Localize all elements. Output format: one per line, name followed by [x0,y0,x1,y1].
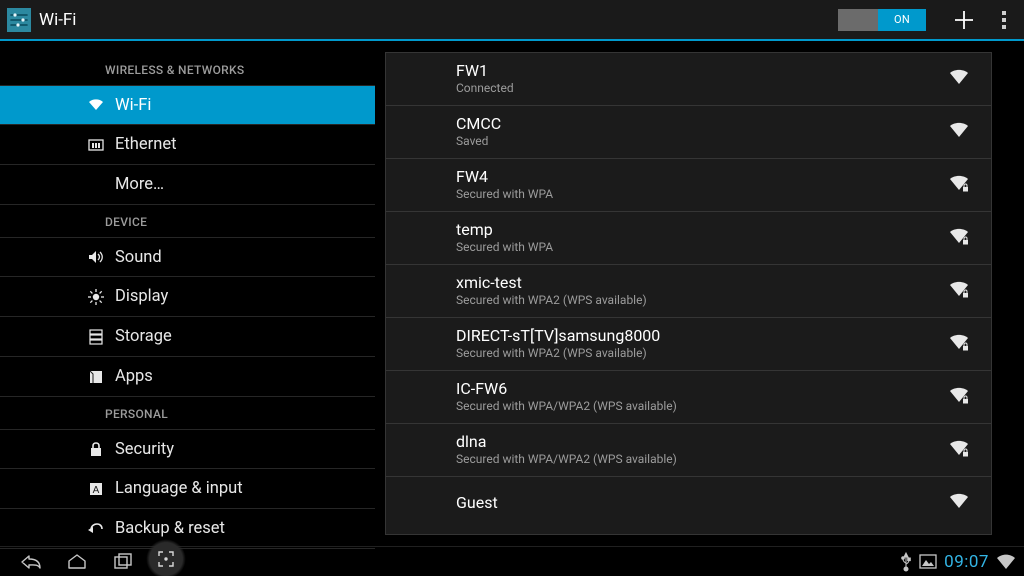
add-network-button[interactable] [944,0,984,40]
sidebar-item-label: Wi-Fi [115,96,151,115]
network-ssid: FW1 [456,61,949,80]
section-header: WIRELESS & NETWORKS [0,53,375,85]
wifi-network-row[interactable]: tempSecured with WPA [386,212,991,265]
overflow-menu-button[interactable] [984,0,1024,40]
svg-text:A: A [93,485,100,496]
network-ssid: IC-FW6 [456,379,949,398]
sidebar-item-wi-fi[interactable]: Wi-Fi [0,85,375,125]
sidebar-item-security[interactable]: Security [0,429,375,469]
wifi-toggle-on-label: ON [878,9,926,31]
back-button[interactable] [8,547,54,576]
network-ssid: temp [456,220,949,239]
sidebar-item-more[interactable]: More… [0,165,375,205]
wifi-network-list[interactable]: FW1ConnectedCMCCSavedFW4Secured with WPA… [385,52,992,535]
wifi-signal-secured-icon [949,440,969,460]
network-ssid: CMCC [456,114,949,133]
wifi-icon [87,96,105,114]
wifi-signal-icon [949,493,969,513]
network-status: Saved [456,133,949,150]
language-icon: A [87,480,105,498]
apps-icon [87,368,105,386]
network-status: Secured with WPA2 (WPS available) [456,292,949,309]
wifi-network-row[interactable]: FW1Connected [386,53,991,106]
settings-app-icon [6,7,32,33]
wifi-network-row[interactable]: xmic-testSecured with WPA2 (WPS availabl… [386,265,991,318]
backup-icon [87,520,105,538]
settings-sidebar: WIRELESS & NETWORKS Wi-Fi Ethernet More… DEV… [0,41,375,546]
sidebar-item-label: Sound [115,248,162,267]
network-ssid: DIRECT-sT[TV]samsung8000 [456,326,949,345]
wifi-signal-icon [949,122,969,142]
sidebar-item-label: Apps [115,367,153,386]
wifi-network-row[interactable]: IC-FW6Secured with WPA/WPA2 (WPS availab… [386,371,991,424]
network-ssid: xmic-test [456,273,949,292]
home-button[interactable] [54,547,100,576]
page-title: Wi-Fi [39,10,76,30]
sidebar-item-backup-reset[interactable]: Backup & reset [0,509,375,549]
network-ssid: Guest [456,485,949,520]
network-ssid: dlna [456,432,949,451]
sidebar-item-ethernet[interactable]: Ethernet [0,125,375,165]
sound-icon [87,248,105,266]
display-icon [87,288,105,306]
recent-apps-button[interactable] [100,547,146,576]
sidebar-item-sound[interactable]: Sound [0,237,375,277]
network-ssid: FW4 [456,167,949,186]
wifi-signal-secured-icon [949,175,969,195]
sidebar-item-label: Language & input [115,479,243,498]
wifi-signal-secured-icon [949,334,969,354]
sidebar-item-display[interactable]: Display [0,277,375,317]
wifi-network-row[interactable]: dlnaSecured with WPA/WPA2 (WPS available… [386,424,991,477]
wifi-toggle[interactable]: ON [838,9,926,31]
security-icon [87,440,105,458]
wifi-signal-secured-icon [949,387,969,407]
sidebar-item-language-input[interactable]: A Language & input [0,469,375,509]
ethernet-icon [87,136,105,154]
screenshot-button[interactable] [146,539,186,576]
wifi-network-row[interactable]: DIRECT-sT[TV]samsung8000Secured with WPA… [386,318,991,371]
section-header: PERSONAL [0,397,375,429]
network-status: Secured with WPA/WPA2 (WPS available) [456,398,949,415]
network-status: Secured with WPA2 (WPS available) [456,345,949,362]
sidebar-item-label: Ethernet [115,135,176,154]
sidebar-item-label: Security [115,440,174,459]
network-status: Secured with WPA/WPA2 (WPS available) [456,451,949,468]
wifi-signal-secured-icon [949,281,969,301]
wifi-network-row[interactable]: Guest [386,477,991,528]
wifi-network-row[interactable]: CMCCSaved [386,106,991,159]
sidebar-item-apps[interactable]: Apps [0,357,375,397]
usb-icon [900,553,912,571]
wifi-status-icon [996,554,1016,570]
sidebar-item-label: Display [115,287,168,306]
storage-icon [87,328,105,346]
sidebar-item-storage[interactable]: Storage [0,317,375,357]
sidebar-item-label: Storage [115,327,172,346]
picture-status-icon [919,554,937,569]
action-bar: Wi-Fi ON [0,0,1024,41]
sidebar-item-label: Backup & reset [115,519,225,538]
network-status: Secured with WPA [456,239,949,256]
network-status: Connected [456,80,949,97]
status-clock: 09:07 [944,552,989,572]
wifi-network-row[interactable]: FW4Secured with WPA [386,159,991,212]
section-header: DEVICE [0,205,375,237]
network-status: Secured with WPA [456,186,949,203]
wifi-signal-secured-icon [949,228,969,248]
wifi-signal-icon [949,69,969,89]
sidebar-item-label: More… [115,175,164,194]
system-nav-bar: 09:07 [0,546,1024,576]
